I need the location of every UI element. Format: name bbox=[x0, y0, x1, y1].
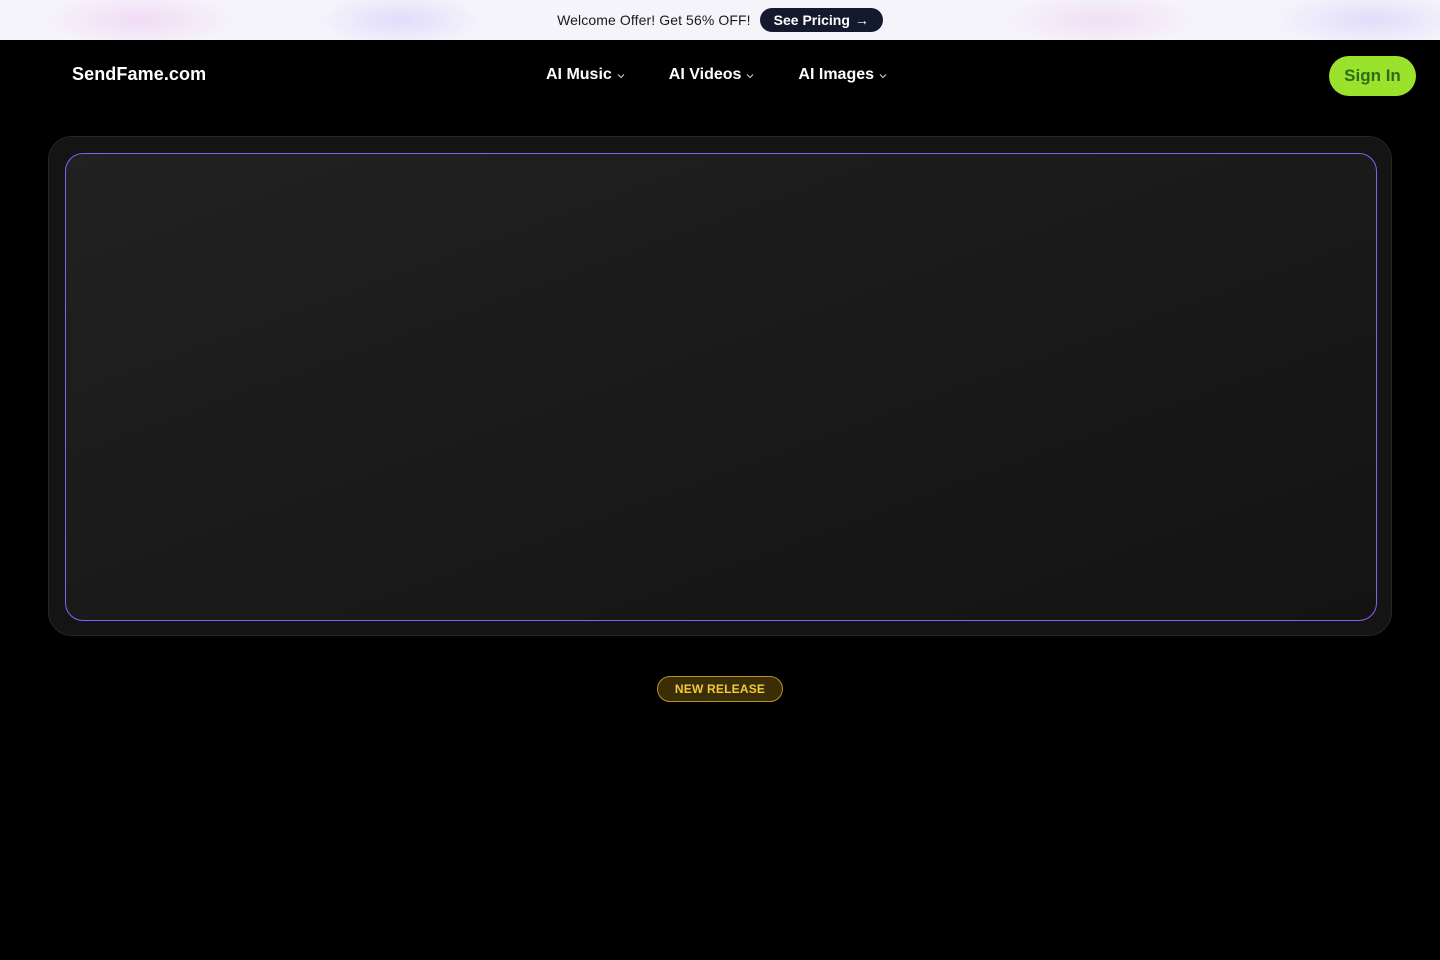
nav-label: AI Images bbox=[798, 66, 875, 83]
hero-media-frame bbox=[65, 153, 1377, 621]
site-header: SendFame.com AI Music AI Videos AI Image… bbox=[0, 40, 1440, 112]
nav-label: AI Music bbox=[546, 66, 612, 83]
hero-card bbox=[48, 136, 1392, 636]
arrow-right-icon: → bbox=[854, 12, 869, 28]
nav-item-ai-images[interactable]: AI Images bbox=[798, 66, 887, 84]
promo-banner: Welcome Offer! Get 56% OFF! See Pricing … bbox=[0, 0, 1440, 40]
logo[interactable]: SendFame.com bbox=[72, 64, 206, 85]
promo-text: Welcome Offer! Get 56% OFF! bbox=[557, 12, 751, 28]
main-nav: AI Music AI Videos AI Images bbox=[546, 66, 887, 84]
nav-item-ai-videos[interactable]: AI Videos bbox=[669, 66, 755, 84]
chevron-down-icon bbox=[747, 74, 754, 79]
nav-label: AI Videos bbox=[668, 66, 742, 83]
see-pricing-label: See Pricing bbox=[773, 12, 850, 28]
chevron-down-icon bbox=[879, 74, 887, 79]
sign-in-button[interactable]: Sign In bbox=[1329, 56, 1416, 96]
see-pricing-button[interactable]: See Pricing → bbox=[759, 8, 883, 32]
nav-item-ai-music[interactable]: AI Music bbox=[546, 66, 625, 84]
new-release-badge: NEW RELEASE bbox=[657, 676, 783, 702]
chevron-down-icon bbox=[617, 74, 625, 79]
